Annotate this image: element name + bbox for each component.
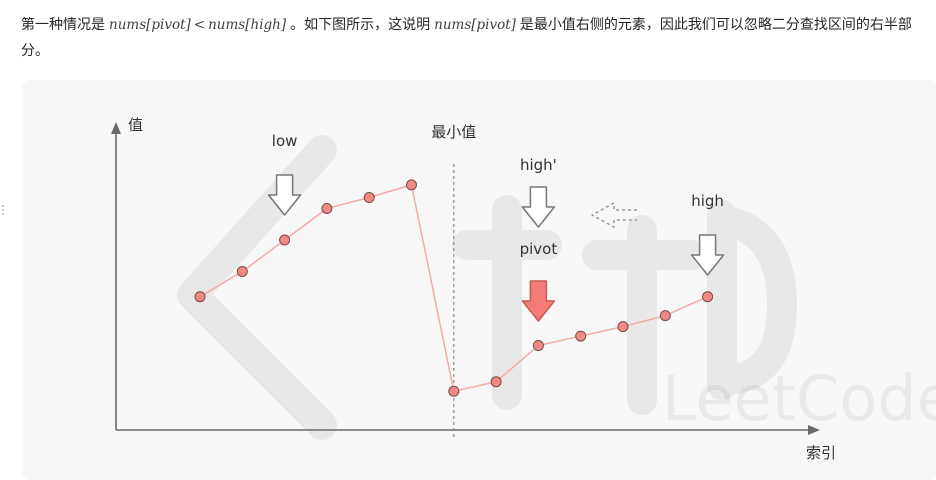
- data-point: [321, 203, 333, 214]
- data-point: [448, 385, 460, 397]
- explanation-paragraph: 第一种情况是 nums[pivot] < nums[high] 。如下图所示，这说明 nu…: [21, 12, 926, 64]
- data-point: [617, 321, 629, 333]
- handle-dot: [2, 209, 4, 211]
- binary-search-chart: LeetCode 值索引 low 最小值 high' pivot high: [111, 116, 936, 462]
- x-axis-label: 索引: [806, 444, 836, 462]
- data-point: [363, 191, 375, 203]
- data-point: [406, 179, 417, 191]
- label-pivot: pivot: [520, 240, 558, 258]
- data-point: [490, 376, 502, 388]
- y-axis-label: 值: [128, 116, 143, 134]
- watermark-text: LeetCode: [662, 362, 936, 435]
- data-point: [279, 234, 291, 246]
- y-axis-arrowhead: [111, 122, 121, 134]
- drag-handle[interactable]: [0, 204, 6, 218]
- math-token: nums[high]: [208, 17, 287, 33]
- data-point: [532, 340, 544, 352]
- math-operator: <: [193, 17, 206, 33]
- label-high: high: [691, 192, 724, 210]
- figure-panel: LeetCode 值索引 low 最小值 high' pivot high: [22, 80, 936, 480]
- data-point: [575, 330, 587, 342]
- pivot-arrow-icon: [521, 280, 556, 322]
- label-high-prime: high': [520, 156, 557, 174]
- math-token: nums[pivot]: [109, 17, 191, 33]
- watermark-chevron: [177, 135, 337, 440]
- text-segment: 。如下图所示，这说明: [290, 17, 431, 33]
- math-inline: nums[pivot] < nums[high]: [105, 17, 290, 33]
- handle-dot: [2, 213, 4, 215]
- label-min-value: 最小值: [431, 123, 476, 141]
- label-low: low: [272, 132, 298, 150]
- math-inline: nums[pivot]: [434, 17, 516, 33]
- handle-dot: [2, 205, 4, 207]
- data-point: [194, 291, 206, 303]
- data-point: [659, 310, 671, 322]
- text-segment: 第一种情况是: [21, 17, 105, 33]
- down-arrow-icon: [521, 186, 556, 228]
- data-point: [702, 291, 714, 303]
- data-point: [236, 266, 248, 277]
